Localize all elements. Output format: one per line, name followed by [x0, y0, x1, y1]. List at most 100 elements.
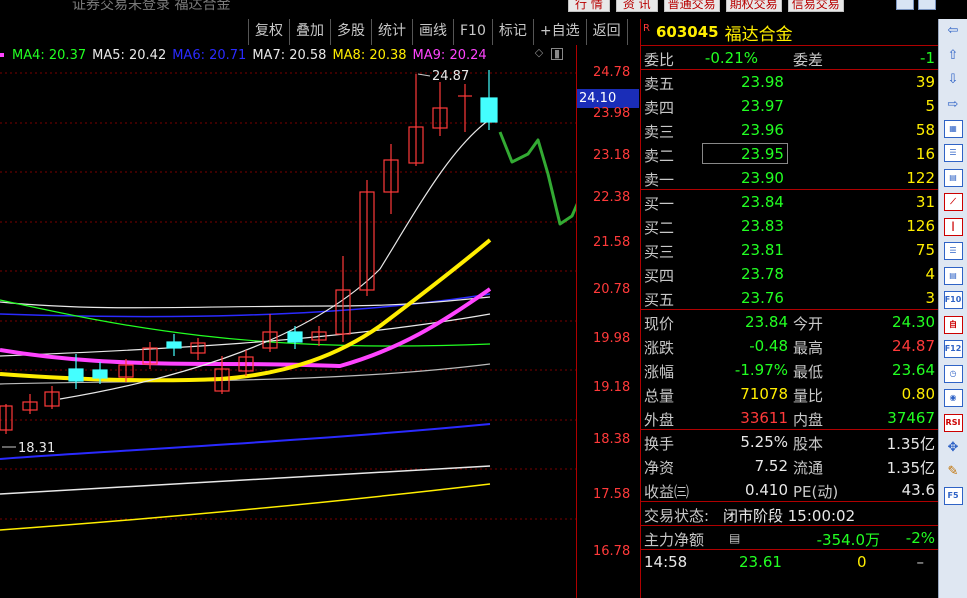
stat-value: 0.80 [901, 385, 935, 403]
arrow-right-icon[interactable]: ⇨ [939, 93, 967, 116]
ask-price: 23.96 [741, 121, 784, 139]
fin-label[interactable]: 收益㈢ [644, 481, 689, 502]
toolbar-statistics[interactable]: 统计 [372, 19, 413, 45]
axis-tick: 23.98 [593, 106, 631, 121]
ma-line-white-long [0, 465, 491, 495]
ask-label: 卖二 [644, 147, 675, 165]
arrow-left-icon[interactable]: ⇦ [939, 19, 967, 42]
clock-icon[interactable]: ◷ [939, 362, 967, 385]
quote-tab-button[interactable]: 行 情 [568, 0, 610, 12]
toolbar-add-watchlist[interactable]: +自选 [534, 19, 587, 45]
normal-trade-button[interactable]: 普通交易 [663, 0, 720, 12]
high-label: 24.87 [432, 69, 469, 84]
ask-row[interactable]: 卖二 23.95 16 [641, 142, 938, 166]
box-icon[interactable]: 自 [939, 313, 967, 336]
bid-row[interactable]: 买五 23.76 3 [641, 286, 938, 310]
diamond-icon[interactable]: ◇ [533, 47, 545, 60]
list-icon[interactable]: ☰ [939, 142, 967, 165]
fin-label: 股本 [793, 435, 824, 453]
arrow-up-icon[interactable]: ⇧ [939, 44, 967, 67]
ask-row[interactable]: 卖四 23.97 5 [641, 94, 938, 118]
toolbar-multi-stock[interactable]: 多股 [331, 19, 372, 45]
candle [480, 70, 498, 130]
candle [287, 326, 303, 349]
toolbar-f10[interactable]: F10 [454, 19, 493, 45]
capital-flow-row[interactable]: 主力净额 ▤ -354.0万 -2% [641, 526, 938, 550]
stock-code: 603045 [655, 23, 719, 41]
credit-trade-button[interactable]: 信易交易 [787, 0, 844, 12]
stat-row: 总量 71078 量比 0.80 [641, 382, 938, 406]
ask-volume: 5 [925, 97, 935, 115]
grid-icon[interactable]: ▤ [939, 166, 967, 189]
ask-row[interactable]: 卖三 23.96 58 [641, 118, 938, 142]
stat-label: 最高 [793, 339, 824, 357]
stat-label: 总量 [644, 387, 675, 405]
stat-label: 量比 [793, 387, 824, 405]
candle [335, 256, 351, 342]
report-icon[interactable]: ▤ [939, 264, 967, 287]
candle [458, 84, 472, 132]
toolbar-mark[interactable]: 标记 [493, 19, 534, 45]
toolbar-draw-line[interactable]: 画线 [413, 19, 454, 45]
close-button[interactable] [918, 0, 936, 10]
toolbar-overlay[interactable]: 叠加 [290, 19, 331, 45]
minimize-button[interactable] [896, 0, 914, 10]
bid-row[interactable]: 买一 23.84 31 [641, 190, 938, 214]
ask-price: 23.90 [741, 169, 784, 187]
ask-row[interactable]: 卖一 23.90 122 [641, 166, 938, 190]
bid-price: 23.83 [741, 217, 784, 235]
capital-flow-pct: -2% [905, 529, 935, 547]
fin-value: 0.410 [745, 481, 788, 499]
rsi-icon[interactable]: RSI [939, 411, 967, 434]
bid-price: 23.84 [741, 193, 784, 211]
bid-label: 买三 [644, 243, 675, 261]
f10-icon[interactable]: F10 [939, 289, 967, 312]
ask-price: 23.98 [741, 73, 784, 91]
move-icon[interactable]: ✥ [939, 436, 967, 459]
pencil-icon[interactable]: ✎ [939, 460, 967, 483]
candle [262, 314, 278, 352]
bid-row[interactable]: 买四 23.78 4 [641, 262, 938, 286]
table-icon[interactable]: ▦ [939, 117, 967, 140]
bid-row[interactable]: 买三 23.81 75 [641, 238, 938, 262]
title-strip: 证券交易未登录 福达合金 行 情 资 讯 普通交易 期权交易 信易交易 [0, 0, 967, 14]
bid-volume: 126 [906, 217, 935, 235]
tick-direction: – [916, 553, 925, 571]
fin-label: 换手 [644, 435, 675, 453]
fin-value: 43.6 [901, 481, 935, 499]
top-nav: 行 情 资 讯 普通交易 期权交易 信易交易 [568, 0, 844, 12]
axis-tick: 22.38 [593, 190, 631, 205]
f12-icon[interactable]: F12 [939, 338, 967, 361]
stat-row: 外盘 33611 内盘 37467 [641, 406, 938, 430]
ma8-label: MA8: 20.38 [332, 47, 407, 63]
indicator-icon[interactable]: ☰ [939, 240, 967, 263]
capital-flow-value: -354.0万 [816, 531, 880, 549]
tick-chart-icon[interactable]: ⟋ [939, 191, 967, 214]
candle [0, 404, 13, 434]
list-icon[interactable]: ▤ [729, 531, 740, 545]
search-icon[interactable]: ◉ [939, 387, 967, 410]
news-tab-button[interactable]: 资 讯 [615, 0, 658, 12]
quote-panel: R 603045 福达合金 委比 -0.21% 委差 -1 卖五 23.98 3… [640, 19, 938, 598]
ask-row[interactable]: 卖五 23.98 39 [641, 70, 938, 94]
fin-row: 换手 5.25% 股本 1.35亿 [641, 430, 938, 454]
option-trade-button[interactable]: 期权交易 [725, 0, 782, 12]
toolbar-back[interactable]: 返回 [587, 19, 628, 45]
status-label: 交易状态: [644, 507, 710, 525]
axis-tick: 17.58 [593, 487, 631, 502]
bid-row[interactable]: 买二 23.83 126 [641, 214, 938, 238]
ask-price: 23.95 [741, 145, 784, 163]
panel-toggle-icon[interactable]: ▮ [551, 48, 563, 60]
bid-price: 23.78 [741, 265, 784, 283]
stat-label: 外盘 [644, 411, 675, 429]
toolbar-restore-rights[interactable]: 复权 [249, 19, 290, 45]
arrow-down-icon[interactable]: ⇩ [939, 68, 967, 91]
ask-volume: 16 [915, 145, 935, 163]
price-axis: 24.10 24.78 23.98 23.18 22.38 21.58 20.7… [576, 45, 640, 598]
ask-label: 卖五 [644, 75, 675, 93]
stat-label: 最低 [793, 363, 824, 381]
kline-icon[interactable]: ┃ [939, 215, 967, 238]
stat-label: 今开 [793, 315, 824, 333]
stat-row: 涨跌 -0.48 最高 24.87 [641, 334, 938, 358]
f5-icon[interactable]: F5 [939, 485, 967, 508]
